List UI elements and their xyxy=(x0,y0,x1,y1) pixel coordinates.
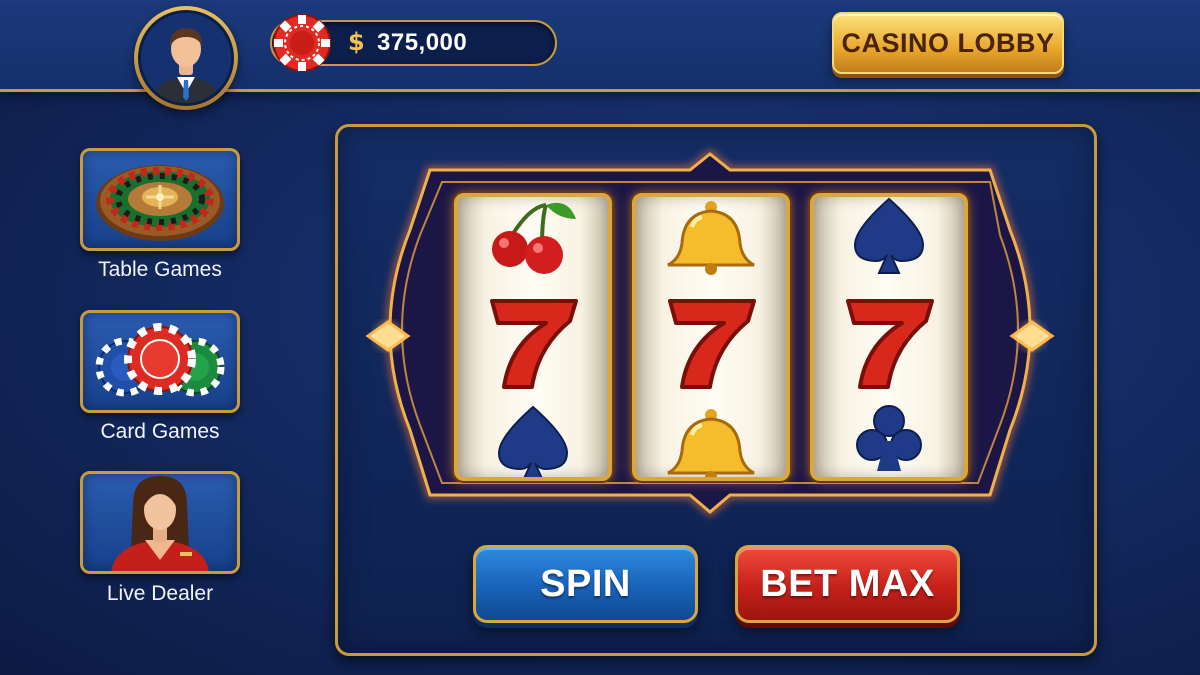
spade-icon xyxy=(853,197,925,274)
sidebar-item-card-games[interactable] xyxy=(80,310,240,413)
player-avatar[interactable] xyxy=(134,6,238,110)
casino-lobby-button[interactable]: CASINO LOBBY xyxy=(832,12,1064,74)
sidebar-item-label: Table Games xyxy=(98,258,222,281)
club-icon xyxy=(856,405,922,471)
balance-value: 375,000 xyxy=(377,29,468,56)
sidebar-item-table-games[interactable] xyxy=(80,148,240,251)
seven-icon xyxy=(490,299,578,389)
seven-icon xyxy=(846,299,934,389)
slot-reel-1 xyxy=(454,193,612,481)
roulette-wheel-icon xyxy=(96,165,224,241)
dealer-avatar-icon xyxy=(111,476,209,571)
bell-icon xyxy=(667,201,755,275)
slot-reel-3 xyxy=(810,193,968,481)
sidebar-item-label: Card Games xyxy=(100,420,220,443)
sidebar-item-live-dealer[interactable] xyxy=(80,471,240,574)
spade-icon xyxy=(497,405,569,477)
bet-max-button[interactable]: BET MAX xyxy=(735,545,960,623)
seven-icon xyxy=(668,299,756,389)
sidebar-item-label: Live Dealer xyxy=(106,582,214,605)
bell-icon xyxy=(667,409,755,477)
poker-chip-icon xyxy=(273,14,331,72)
cherry-icon xyxy=(492,202,576,274)
user-avatar-icon xyxy=(151,28,221,103)
currency-symbol: $ xyxy=(348,28,365,56)
spin-button[interactable]: SPIN xyxy=(473,545,698,623)
slot-reel-2 xyxy=(632,193,790,481)
poker-chips-icon xyxy=(95,323,225,397)
